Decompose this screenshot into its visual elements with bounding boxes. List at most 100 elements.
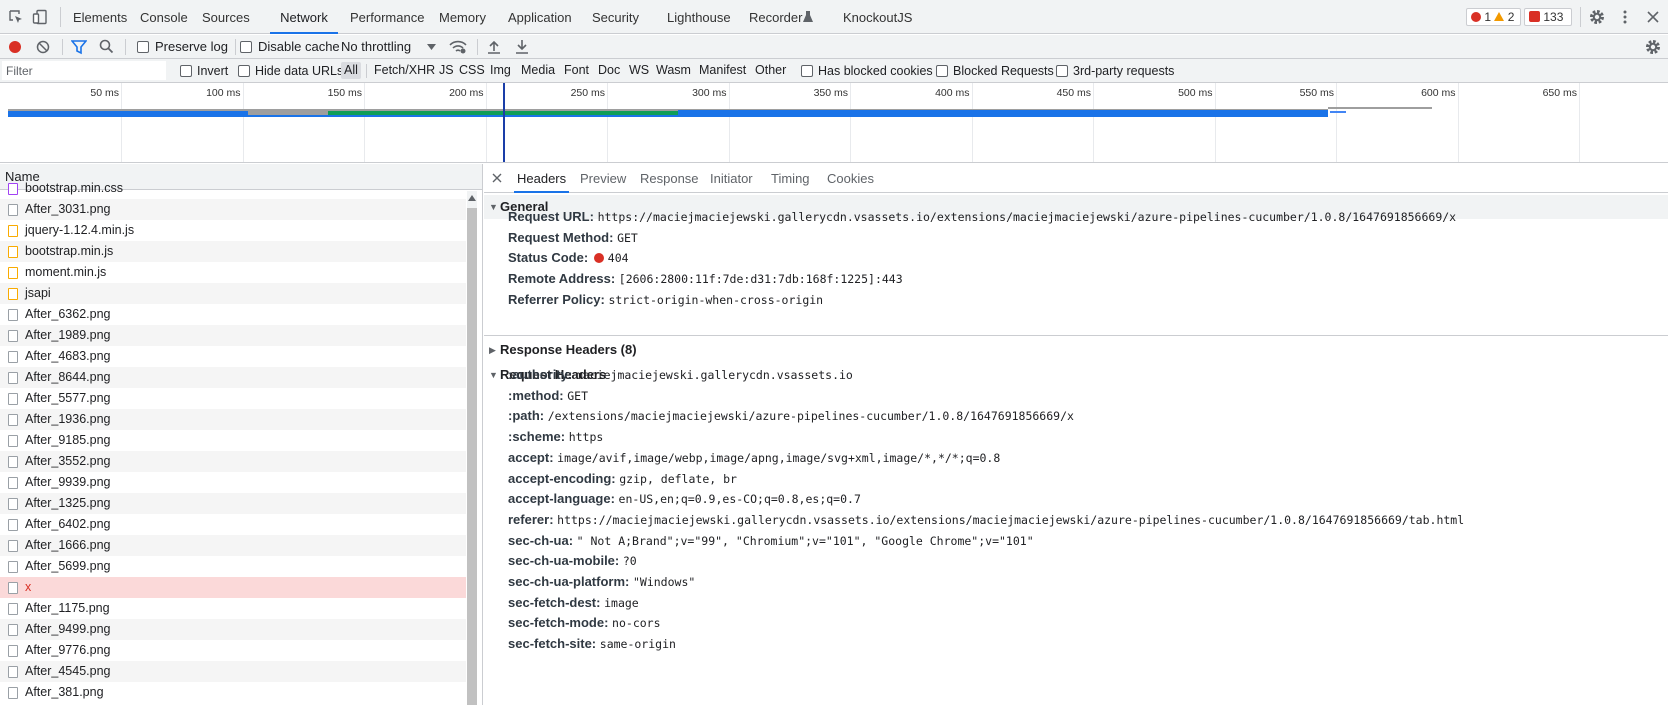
type-filter-ws[interactable]: WS xyxy=(629,63,649,77)
network-conditions-icon[interactable] xyxy=(449,39,467,55)
header-key: accept: xyxy=(508,449,554,465)
type-filter-fetch-xhr[interactable]: Fetch/XHR xyxy=(374,63,435,77)
tab-lighthouse[interactable]: Lighthouse xyxy=(667,0,731,34)
device-toolbar-icon[interactable] xyxy=(32,9,48,25)
type-filter-font[interactable]: Font xyxy=(564,63,589,77)
divider xyxy=(125,39,126,55)
request-row[interactable]: After_1325.png xyxy=(0,493,466,514)
blocked-requests-checkbox[interactable] xyxy=(936,65,948,77)
tab-initiator[interactable]: Initiator xyxy=(710,164,753,193)
type-filter-doc[interactable]: Doc xyxy=(598,63,620,77)
throttling-select[interactable]: No throttling xyxy=(341,39,411,54)
close-devtools-icon[interactable] xyxy=(1645,9,1661,25)
hide-data-urls-checkbox[interactable] xyxy=(238,65,250,77)
close-detail-icon[interactable] xyxy=(492,173,502,183)
preserve-log-checkbox[interactable] xyxy=(137,41,149,53)
export-har-icon[interactable] xyxy=(515,39,529,54)
image-file-icon xyxy=(8,456,18,468)
issues-badge[interactable]: 133 xyxy=(1524,8,1572,26)
type-filter-css[interactable]: CSS xyxy=(459,63,485,77)
tab-headers[interactable]: Headers xyxy=(514,164,570,193)
request-row[interactable]: After_6362.png xyxy=(0,304,466,325)
request-row[interactable]: After_1666.png xyxy=(0,535,466,556)
console-counts-badge[interactable]: 1 2 xyxy=(1466,8,1521,26)
request-row[interactable]: After_9776.png xyxy=(0,640,466,661)
search-icon[interactable] xyxy=(99,39,114,54)
settings-gear-icon[interactable] xyxy=(1589,9,1605,25)
request-row[interactable]: x xyxy=(0,577,466,598)
header-row: accept-language: en-US,en;q=0.9,es-CO;q=… xyxy=(508,489,861,509)
request-name: After_6362.png xyxy=(25,307,111,321)
request-row[interactable]: After_381.png xyxy=(0,682,466,703)
tab-knockoutjs[interactable]: KnockoutJS xyxy=(843,0,912,34)
header-key: :method: xyxy=(508,387,564,403)
header-row: :scheme: https xyxy=(508,427,603,447)
tab-memory[interactable]: Memory xyxy=(439,0,486,34)
request-row[interactable]: After_5699.png xyxy=(0,556,466,577)
tab-application[interactable]: Application xyxy=(508,0,572,34)
network-settings-gear-icon[interactable] xyxy=(1645,39,1661,55)
request-row[interactable]: After_5577.png xyxy=(0,388,466,409)
request-row[interactable]: After_8644.png xyxy=(0,367,466,388)
tab-network[interactable]: Network xyxy=(270,0,338,34)
request-row[interactable]: After_1175.png xyxy=(0,598,466,619)
type-filter-wasm[interactable]: Wasm xyxy=(656,63,691,77)
header-key: :path: xyxy=(508,408,545,424)
request-row[interactable]: After_4545.png xyxy=(0,661,466,682)
tab-security[interactable]: Security xyxy=(592,0,639,34)
record-icon[interactable] xyxy=(8,40,22,54)
type-filter-all[interactable]: All xyxy=(341,62,361,79)
import-har-icon[interactable] xyxy=(487,39,501,54)
header-value: gzip, deflate, br xyxy=(619,471,737,486)
tab-timing[interactable]: Timing xyxy=(771,164,810,193)
scrollbar-thumb[interactable] xyxy=(467,208,477,705)
header-row: accept-encoding: gzip, deflate, br xyxy=(508,469,737,489)
request-row[interactable]: After_3552.png xyxy=(0,451,466,472)
has-blocked-cookies-checkbox[interactable] xyxy=(801,65,813,77)
request-row[interactable]: jsapi xyxy=(0,283,466,304)
more-options-icon[interactable] xyxy=(1617,9,1633,25)
divider xyxy=(484,335,1668,336)
type-filter-js[interactable]: JS xyxy=(439,63,454,77)
request-row[interactable]: After_9185.png xyxy=(0,430,466,451)
chevron-down-icon[interactable] xyxy=(427,44,436,50)
type-filter-media[interactable]: Media xyxy=(521,63,555,77)
request-row[interactable]: After_6402.png xyxy=(0,514,466,535)
request-row[interactable]: After_4683.png xyxy=(0,346,466,367)
type-filter-img[interactable]: Img xyxy=(490,63,511,77)
tab-recorder[interactable]: Recorder xyxy=(749,0,802,34)
request-row[interactable]: After_3031.png xyxy=(0,199,466,220)
tab-console[interactable]: Console xyxy=(140,0,188,34)
clear-icon[interactable] xyxy=(36,40,50,54)
filter-icon[interactable] xyxy=(71,39,87,55)
request-row[interactable]: After_9939.png xyxy=(0,472,466,493)
request-row[interactable]: bootstrap.min.js xyxy=(0,241,466,262)
request-row[interactable]: bootstrap.min.css xyxy=(0,178,466,199)
request-row[interactable]: After_1936.png xyxy=(0,409,466,430)
type-filter-manifest[interactable]: Manifest xyxy=(699,63,746,77)
request-row[interactable]: moment.min.js xyxy=(0,262,466,283)
filter-input[interactable] xyxy=(2,61,166,80)
tab-performance[interactable]: Performance xyxy=(350,0,424,34)
scroll-up-arrow-icon[interactable] xyxy=(468,195,476,201)
header-key: :scheme: xyxy=(508,429,566,445)
timeline-overview[interactable]: 50 ms 100 ms 150 ms 200 ms 250 ms 300 ms 350 m… xyxy=(0,83,1668,163)
script-file-icon xyxy=(8,288,18,300)
request-row[interactable]: After_1989.png xyxy=(0,325,466,346)
invert-checkbox[interactable] xyxy=(180,65,192,77)
request-row[interactable]: After_9499.png xyxy=(0,619,466,640)
tab-response[interactable]: Response xyxy=(640,164,699,193)
tab-elements[interactable]: Elements xyxy=(73,0,127,34)
request-name: After_4683.png xyxy=(25,349,111,363)
disable-cache-checkbox[interactable] xyxy=(240,41,252,53)
response-headers-section-header[interactable]: ▶ Response Headers (8) xyxy=(484,338,1668,362)
tab-sources[interactable]: Sources xyxy=(202,0,250,34)
request-row[interactable]: jquery-1.12.4.min.js xyxy=(0,220,466,241)
request-list: Name bootstrap.min.css After_3031.png jque… xyxy=(0,164,483,705)
third-party-requests-checkbox[interactable] xyxy=(1056,65,1068,77)
tab-cookies[interactable]: Cookies xyxy=(827,164,874,193)
tab-preview[interactable]: Preview xyxy=(580,164,626,193)
warning-count: 2 xyxy=(1507,10,1515,24)
inspect-element-icon[interactable] xyxy=(8,9,24,25)
type-filter-other[interactable]: Other xyxy=(755,63,786,77)
